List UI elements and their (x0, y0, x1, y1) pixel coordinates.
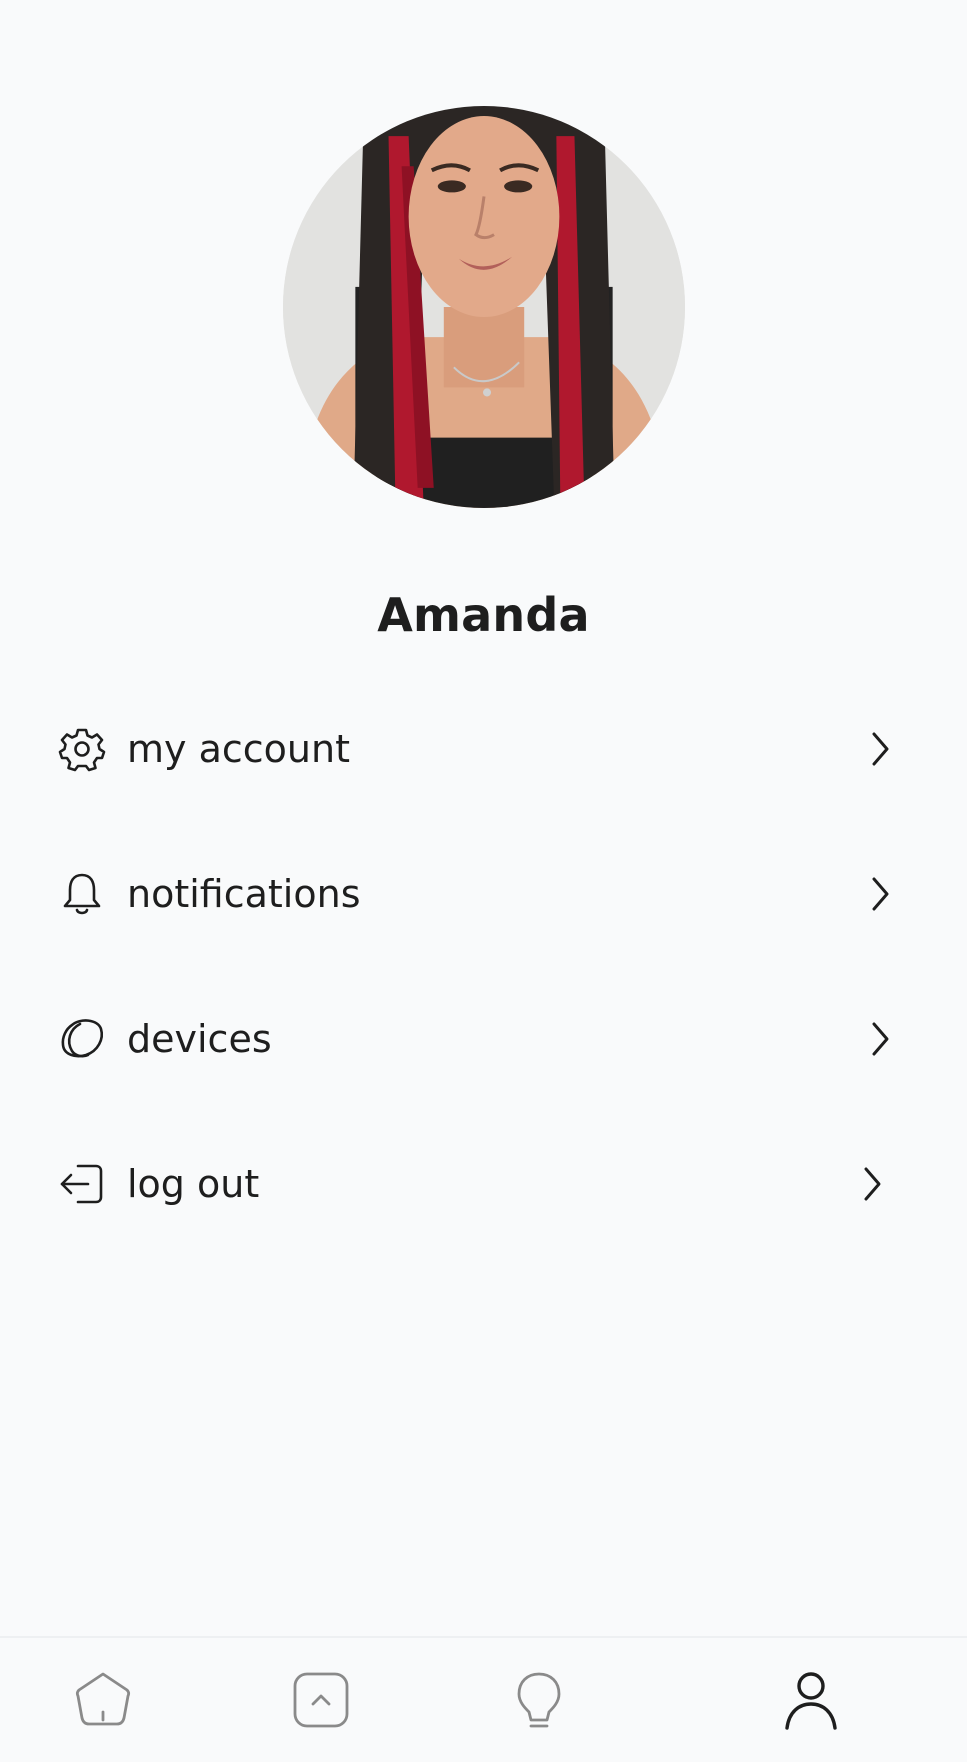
menu-item-devices[interactable]: devices (0, 966, 967, 1111)
logout-icon (58, 1160, 106, 1208)
chevron-right-icon (865, 873, 895, 915)
menu-item-label: my account (127, 726, 350, 771)
menu-item-label: notifications (127, 871, 361, 916)
settings-menu: my account notifications devices log out (0, 676, 967, 1256)
profile-icon (779, 1668, 843, 1732)
scenes-icon (289, 1668, 353, 1732)
nav-lights[interactable] (507, 1668, 571, 1732)
bell-icon (58, 870, 106, 918)
profile-screen: Amanda my account notifications devices … (0, 0, 967, 1762)
nav-profile[interactable] (779, 1668, 843, 1732)
home-icon (71, 1668, 135, 1732)
gear-icon (58, 725, 106, 773)
menu-item-label: log out (127, 1161, 260, 1206)
menu-item-my-account[interactable]: my account (0, 676, 967, 821)
nav-scenes[interactable] (289, 1668, 353, 1732)
menu-item-log-out[interactable]: log out (0, 1111, 967, 1256)
menu-item-label: devices (127, 1016, 272, 1061)
menu-item-notifications[interactable]: notifications (0, 821, 967, 966)
chevron-right-icon (865, 728, 895, 770)
bottom-nav (0, 1636, 967, 1762)
avatar-photo (283, 106, 685, 508)
avatar (283, 106, 685, 508)
devices-icon (58, 1015, 106, 1063)
profile-name: Amanda (377, 588, 590, 642)
lightbulb-icon (507, 1668, 571, 1732)
chevron-right-icon (857, 1163, 887, 1205)
chevron-right-icon (865, 1018, 895, 1060)
nav-home[interactable] (71, 1668, 135, 1732)
